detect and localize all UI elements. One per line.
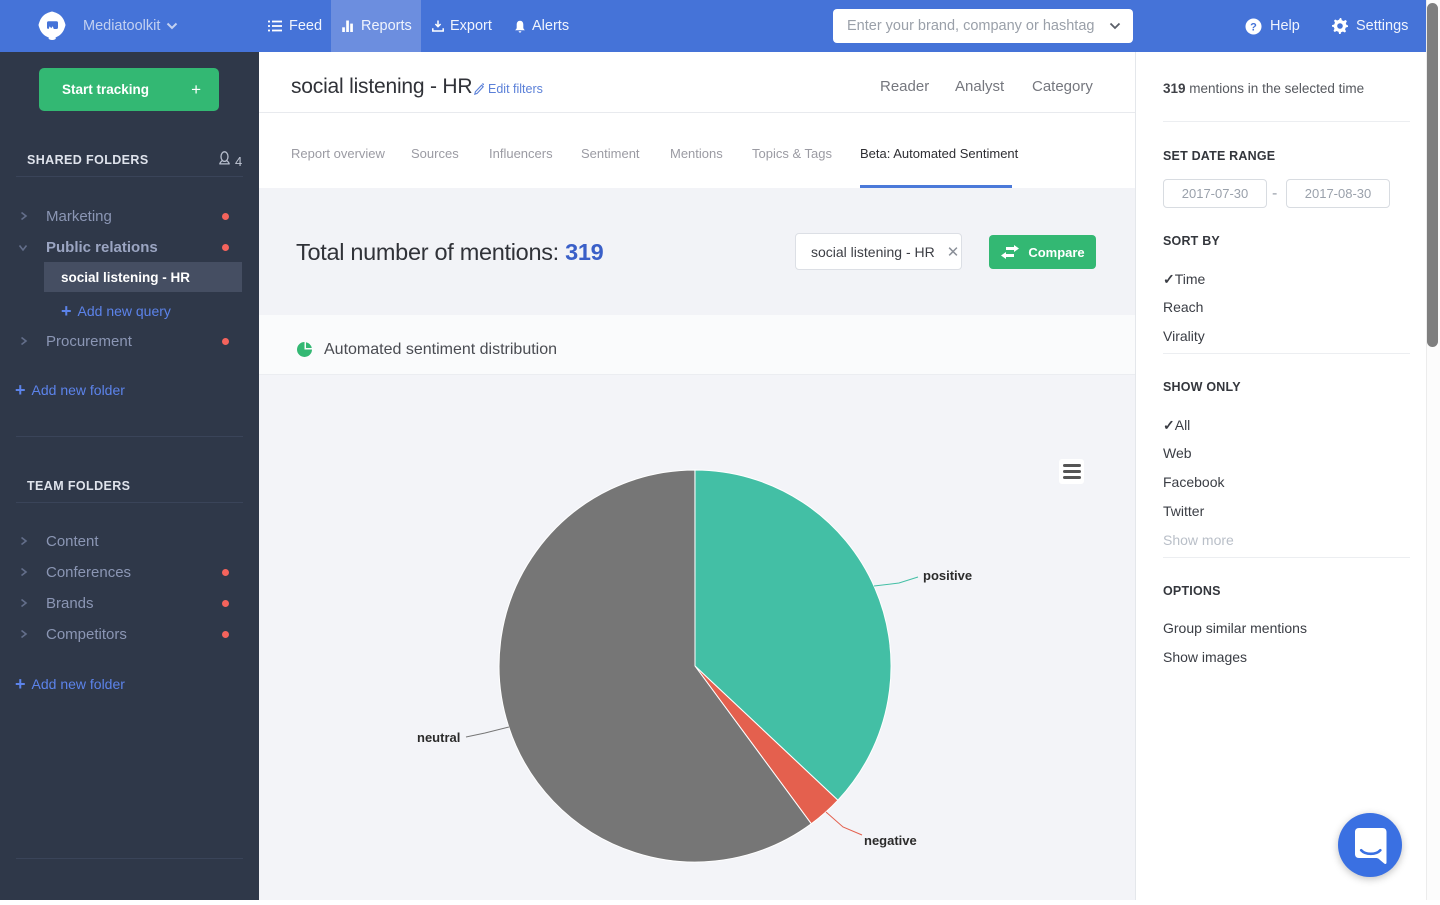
svg-text:?: ? bbox=[1250, 21, 1257, 33]
